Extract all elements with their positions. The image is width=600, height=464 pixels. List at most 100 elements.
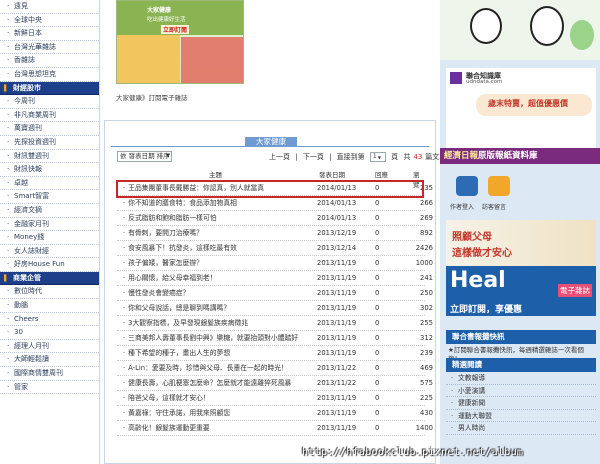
udn-banner[interactable]: 聯合知識庫 udndata.com 歲末特賣，超值優惠價 經濟日報原版報紙資料庫 [440,68,600,164]
featured-item[interactable]: 文教報導 [446,372,596,385]
subscribe-link[interactable]: 大家健康》訂閱電子雜誌 [116,92,188,102]
col-replies[interactable]: 回應 [375,169,388,179]
article-title-link[interactable]: 孩子偏矮，醫家怎麼辦？ [123,256,308,271]
article-title-link[interactable]: 你不知道的膳食特：食品添加物真相 [123,196,308,211]
magazine-cover-banner[interactable]: 大家健康 吃出健康好生活 立即訂閱 [116,0,244,84]
panel-header: 大家健康 [105,121,435,147]
article-title-link[interactable]: 種下希望的種子，畫出人生的夢想 [123,346,308,361]
guestbook-label[interactable]: 訪客留言 [482,202,506,211]
panda-banner[interactable] [440,0,600,60]
article-views: 1400 [415,424,433,432]
nav-item[interactable]: 全球中央 [0,14,99,28]
promo-line1: 大家健康 [147,7,172,14]
table-row: 你不知道的膳食特：食品添加物真相 2014/01/13 0 266 [117,196,433,211]
article-title-link[interactable]: 食安風暴下！抗發炎，這樣吃最有效 [123,241,308,256]
article-views: 1000 [415,259,433,267]
ad2-cta: 立即訂閱，享優惠 [450,305,523,315]
article-title-link[interactable]: 反式脂肪和飽和脂肪一樣可怕 [123,211,308,226]
nav-item[interactable]: 管家 [0,381,99,395]
col-date[interactable]: 發表日期 [319,169,345,179]
ad1-line1: 照顧父母 [452,232,492,243]
article-date: 2013/11/19 [317,289,357,297]
nav-item[interactable]: 萬寶週刊 [0,122,99,136]
udn-logo-icon [450,72,462,84]
article-title-link[interactable]: 有骨刺，要開刀治療嗎？ [123,226,308,241]
promo-subscribe[interactable]: 立即訂閱 [161,25,190,34]
nav-item[interactable]: 卓越 [0,177,99,191]
article-title-link[interactable]: 王品集團董事長戴勝益：你認真，別人就當真 [123,181,308,196]
newsletter-section-title: 聯合書報攤快訊 [446,330,596,344]
nav-item[interactable]: 大師輕鬆讀 [0,353,99,368]
article-views: 302 [420,304,433,312]
nav-item[interactable]: 金融家月刊 [0,218,99,232]
article-title-link[interactable]: 用心關懷，給父母幸福到老！ [123,271,308,286]
table-row: 慢性發炎會變癌症？ 2013/11/19 0 250 [117,286,433,301]
article-views: 575 [420,379,433,387]
nav-item[interactable]: 先探投資週刊 [0,136,99,150]
article-title-link[interactable]: 3大觀察指標，及早發現銀髮族疾病徵兆 [123,316,308,331]
table-row: 食安風暴下！抗發炎，這樣吃最有效 2013/12/14 0 2426 [117,241,433,256]
article-title-link[interactable]: 陪爸父母，這樣就才安心！ [123,391,308,406]
featured-item[interactable]: 男人時尚 [446,422,596,435]
nav-item[interactable]: 財訊快報 [0,163,99,177]
health-magazine-ad[interactable]: Heal 電子雜誌 立即訂閱，享優惠 [446,266,596,316]
author-login-icon[interactable] [456,176,478,196]
article-title-link[interactable]: 你和父母說話，總是聊到嗎講嗎？ [123,301,308,316]
page-select[interactable]: 1 ▼ [369,152,386,162]
article-date: 2014/01/13 [317,199,357,207]
nav-item[interactable]: 台灣思想坦克 [0,68,99,82]
article-replies: 0 [375,304,380,312]
article-replies: 0 [375,229,380,237]
article-replies: 0 [375,199,380,207]
prev-page-link[interactable]: 上一頁 [269,153,290,161]
nav-section-header[interactable]: 財經股市 [0,81,99,96]
guestbook-icon[interactable] [488,176,510,196]
nav-item[interactable]: 30 [0,326,99,340]
next-page-link[interactable]: 下一頁 [303,153,324,161]
nav-item[interactable]: Money錢 [0,231,99,245]
article-title-link[interactable]: 健康長壽，心肌梗塞怎麼命？怎麼就才能遠離猝死風暴 [123,376,308,391]
article-views: 255 [420,319,433,327]
featured-item[interactable]: 小愛演講 [446,385,596,397]
parent-care-ad[interactable]: 照顧父母 這樣做才安心 [446,220,596,266]
magazine-category-list: 遠見全球中央新鮮日本台灣光華雜誌香雜誌台灣思想坦克財經股市今周刊非凡商業周刊萬寶… [0,0,99,395]
col-title[interactable]: 主題 [209,169,222,179]
nav-item[interactable]: 好房House Fun [0,258,99,272]
nav-item[interactable]: 女人誌財經 [0,245,99,259]
article-views: 892 [420,229,433,237]
article-replies: 0 [375,394,380,402]
nav-item[interactable]: Cheers [0,313,99,327]
featured-item[interactable]: 運動大聯盟 [446,410,596,422]
nav-item[interactable]: 新鮮日本 [0,27,99,41]
article-replies: 0 [375,289,380,297]
article-title-link[interactable]: 黃嘉祿：守住承諾，用我來照顧您 [123,406,308,421]
nav-item[interactable]: 國際商情雙周刊 [0,367,99,381]
author-guest-icons: 作者登入 訪客留言 [446,176,596,214]
nav-item[interactable]: 非凡商業周刊 [0,109,99,123]
author-login-label[interactable]: 作者登入 [450,202,474,211]
nav-item[interactable]: 經理人月刊 [0,340,99,354]
nav-item[interactable]: 財訊雙週刊 [0,150,99,164]
featured-item[interactable]: 健康新聞 [446,397,596,410]
nav-item[interactable]: Smart智富 [0,190,99,204]
ad1-line2: 這樣做才安心 [452,248,512,259]
article-title-link[interactable]: 高齡化！銀髮族運動更重要 [123,421,308,436]
panda-illustration [470,8,502,44]
article-title-link[interactable]: 慢性發炎會變癌症？ [123,286,308,301]
nav-item[interactable]: 動腦 [0,299,99,313]
nav-item[interactable]: 數位時代 [0,285,99,300]
nav-item[interactable]: 台灣光華雜誌 [0,41,99,55]
right-column: 聯合知識庫 udndata.com 歲末特賣，超值優惠價 經濟日報原版報紙資料庫… [440,0,600,464]
article-date: 2013/11/22 [317,379,357,387]
table-row: 3大觀察指標，及早發現銀髮族疾病徵兆 2013/11/19 0 255 [117,316,433,331]
nav-section-header[interactable]: 商業企管 [0,271,99,286]
article-replies: 0 [375,319,380,327]
nav-item[interactable]: 經濟文摘 [0,204,99,218]
nav-item[interactable]: 遠見 [0,0,99,14]
nav-item[interactable]: 香雜誌 [0,54,99,68]
udn-promo: 歲末特賣，超值優惠價 [476,94,592,116]
nav-item[interactable]: 今周刊 [0,95,99,109]
article-title-link[interactable]: A-Lin：愛要及時，珍惜與父母、長輩在一起的時光！ [123,361,308,376]
article-title-link[interactable]: 三商美邦人壽董事長劉中興》樂糖，就要抬頭對小體踏好 [123,331,308,346]
sort-select[interactable]: 依 發表日期 排序 ▼ [117,151,172,162]
